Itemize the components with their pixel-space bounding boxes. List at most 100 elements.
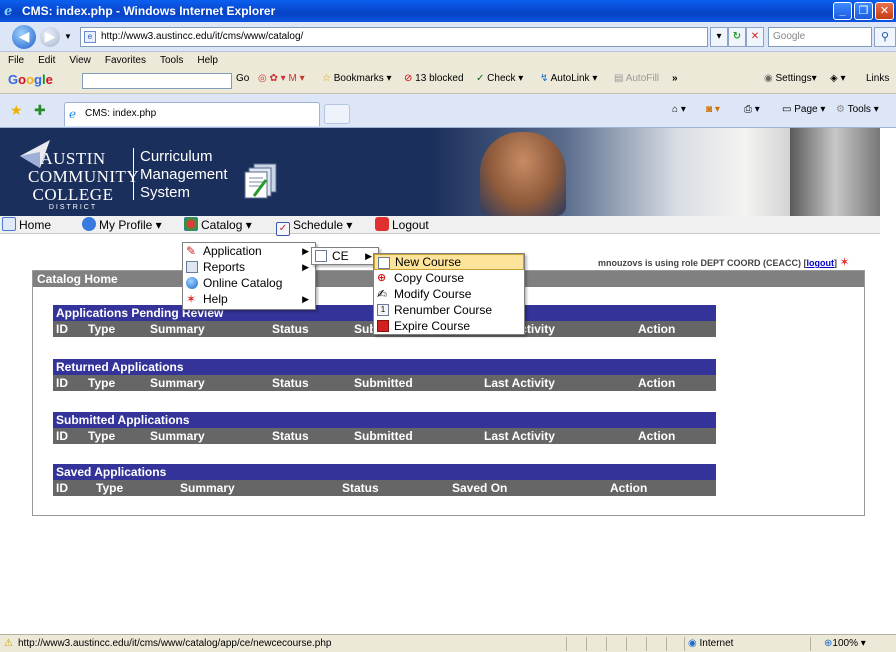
col-action[interactable]: Action — [635, 428, 715, 444]
menu-tools[interactable]: Tools — [160, 55, 183, 66]
print-icon[interactable]: ⎙ ▾ — [744, 104, 760, 115]
col-saved-on[interactable]: Saved On — [449, 480, 607, 496]
col-id[interactable]: ID — [53, 321, 85, 337]
col-action[interactable]: Action — [607, 480, 707, 496]
status-bar: ⚠ http://www3.austincc.edu/it/cms/www/ca… — [0, 634, 896, 652]
banner-column-image — [790, 128, 880, 216]
col-status[interactable]: Status — [269, 375, 351, 391]
col-last-activity[interactable]: Last Activity — [481, 375, 635, 391]
table-header-row: ID Type Summary Status Submitted Last Ac… — [53, 375, 716, 391]
nav-catalog[interactable]: Catalog ▾ — [184, 217, 252, 233]
col-id[interactable]: ID — [53, 375, 85, 391]
menu-help[interactable]: Help — [197, 55, 218, 66]
col-summary[interactable]: Summary — [147, 375, 269, 391]
new-document-icon — [378, 257, 390, 269]
col-action[interactable]: Action — [635, 321, 715, 337]
report-icon — [186, 261, 198, 273]
bookmarks-button[interactable]: ☆ Bookmarks ▾ — [322, 73, 392, 84]
zoom-level[interactable]: ⊕100% ▾ — [824, 635, 866, 652]
user-role-info: mnouzovs is using role DEPT COORD (CEACC… — [598, 255, 850, 269]
forward-button[interactable]: ▶ — [40, 27, 60, 47]
menu-edit[interactable]: Edit — [38, 55, 55, 66]
col-status[interactable]: Status — [269, 321, 351, 337]
banner-student-image — [480, 132, 566, 216]
menu-item-help[interactable]: ✶ Help ▶ — [183, 291, 315, 307]
autolink-button[interactable]: ↯ AutoLink ▾ — [540, 73, 597, 84]
autolink-icon: ↯ — [540, 73, 549, 84]
menu-item-copy-course[interactable]: ⊕ Copy Course — [374, 270, 524, 286]
feeds-icon[interactable]: ◙ ▾ — [706, 104, 720, 115]
col-type[interactable]: Type — [85, 321, 147, 337]
col-status[interactable]: Status — [339, 480, 449, 496]
menu-item-expire-course[interactable]: Expire Course — [374, 318, 524, 334]
tab-ie-icon: ℯ — [69, 107, 77, 121]
col-summary[interactable]: Summary — [147, 321, 269, 337]
extension-icon[interactable]: ◈ ▾ — [830, 73, 846, 84]
stop-icon[interactable]: ✕ — [746, 27, 764, 47]
settings-button[interactable]: ◉ Settings▾ — [764, 73, 817, 84]
autofill-button[interactable]: ▤ AutoFill — [614, 73, 659, 84]
favorites-star-icon[interactable]: ★ — [10, 102, 23, 119]
schedule-check-icon: ✓ — [276, 222, 290, 236]
browser-tab[interactable]: ℯ CMS: index.php — [64, 102, 320, 126]
more-chevron-icon[interactable]: » — [672, 73, 678, 84]
tools-menu-button[interactable]: ⚙ Tools ▾ — [836, 104, 879, 115]
menu-item-application[interactable]: ✎ Application ▶ — [183, 243, 315, 259]
col-id[interactable]: ID — [53, 428, 85, 444]
col-id[interactable]: ID — [53, 480, 93, 496]
refresh-icon[interactable]: ↻ — [728, 27, 746, 47]
submenu-arrow-icon: ▶ — [302, 246, 309, 256]
nav-schedule[interactable]: ✓ Schedule ▾ — [276, 217, 352, 236]
menu-item-online-catalog[interactable]: Online Catalog — [183, 275, 315, 291]
spell-check-button[interactable]: ✓ Check ▾ — [476, 73, 523, 84]
links-button[interactable]: Links — [866, 73, 889, 84]
col-status[interactable]: Status — [269, 428, 351, 444]
google-go-button[interactable]: Go — [236, 73, 249, 84]
address-input[interactable]: e http://www3.austincc.edu/it/cms/www/ca… — [80, 27, 708, 47]
menu-view[interactable]: View — [69, 55, 91, 66]
submenu-arrow-icon: ▶ — [302, 262, 309, 272]
add-favorites-icon[interactable]: ✚ — [34, 102, 46, 119]
table-caption: Saved Applications — [53, 464, 716, 480]
toolbar-icons[interactable]: ◎ ✿ ▾ M ▾ — [258, 73, 305, 84]
col-submitted[interactable]: Submitted — [351, 428, 481, 444]
home-icon[interactable]: ⌂ ▾ — [672, 104, 686, 115]
menu-favorites[interactable]: Favorites — [105, 55, 146, 66]
nav-my-profile[interactable]: My Profile ▾ — [82, 217, 162, 233]
search-input[interactable]: Google — [768, 27, 872, 47]
back-button[interactable]: ◀ — [12, 25, 36, 49]
logo-divider — [133, 148, 134, 200]
acc-mini-star-icon: ✶ — [839, 255, 850, 269]
col-summary[interactable]: Summary — [147, 428, 269, 444]
google-search-input[interactable] — [82, 73, 232, 89]
col-submitted[interactable]: Submitted — [351, 375, 481, 391]
menu-item-renumber-course[interactable]: 1 Renumber Course — [374, 302, 524, 318]
nav-home[interactable]: Home — [2, 217, 51, 233]
popup-blocked-button[interactable]: ⊘ 13 blocked — [404, 73, 464, 84]
google-toolbar: Google Go ◎ ✿ ▾ M ▾ ☆ Bookmarks ▾ ⊘ 13 b… — [0, 68, 896, 94]
close-window-button[interactable]: ✕ — [875, 2, 894, 20]
new-tab-button[interactable] — [324, 104, 350, 124]
menu-item-ce[interactable]: CE ▶ — [312, 248, 378, 264]
maximize-button[interactable]: ❐ — [854, 2, 873, 20]
col-summary[interactable]: Summary — [177, 480, 339, 496]
logout-link[interactable]: logout — [807, 258, 835, 268]
col-last-activity[interactable]: Last Activity — [481, 428, 635, 444]
menu-item-reports[interactable]: Reports ▶ — [183, 259, 315, 275]
address-dropdown-icon[interactable]: ▾ — [710, 27, 728, 47]
ce-submenu: New Course ⊕ Copy Course ✍ Modify Course… — [373, 253, 525, 335]
menu-item-modify-course[interactable]: ✍ Modify Course — [374, 286, 524, 302]
page-menu-button[interactable]: ▭ Page ▾ — [782, 104, 825, 115]
minimize-button[interactable]: _ — [833, 2, 852, 20]
col-type[interactable]: Type — [93, 480, 177, 496]
menu-item-new-course[interactable]: New Course — [374, 254, 524, 270]
history-dropdown-icon[interactable]: ▼ — [64, 32, 72, 41]
nav-logout[interactable]: Logout — [375, 217, 429, 233]
col-type[interactable]: Type — [85, 375, 147, 391]
application-submenu: CE ▶ — [311, 247, 379, 265]
menu-file[interactable]: File — [8, 55, 24, 66]
col-action[interactable]: Action — [635, 375, 715, 391]
col-type[interactable]: Type — [85, 428, 147, 444]
globe-icon — [186, 277, 198, 289]
search-icon[interactable]: ⚲ — [874, 27, 896, 47]
